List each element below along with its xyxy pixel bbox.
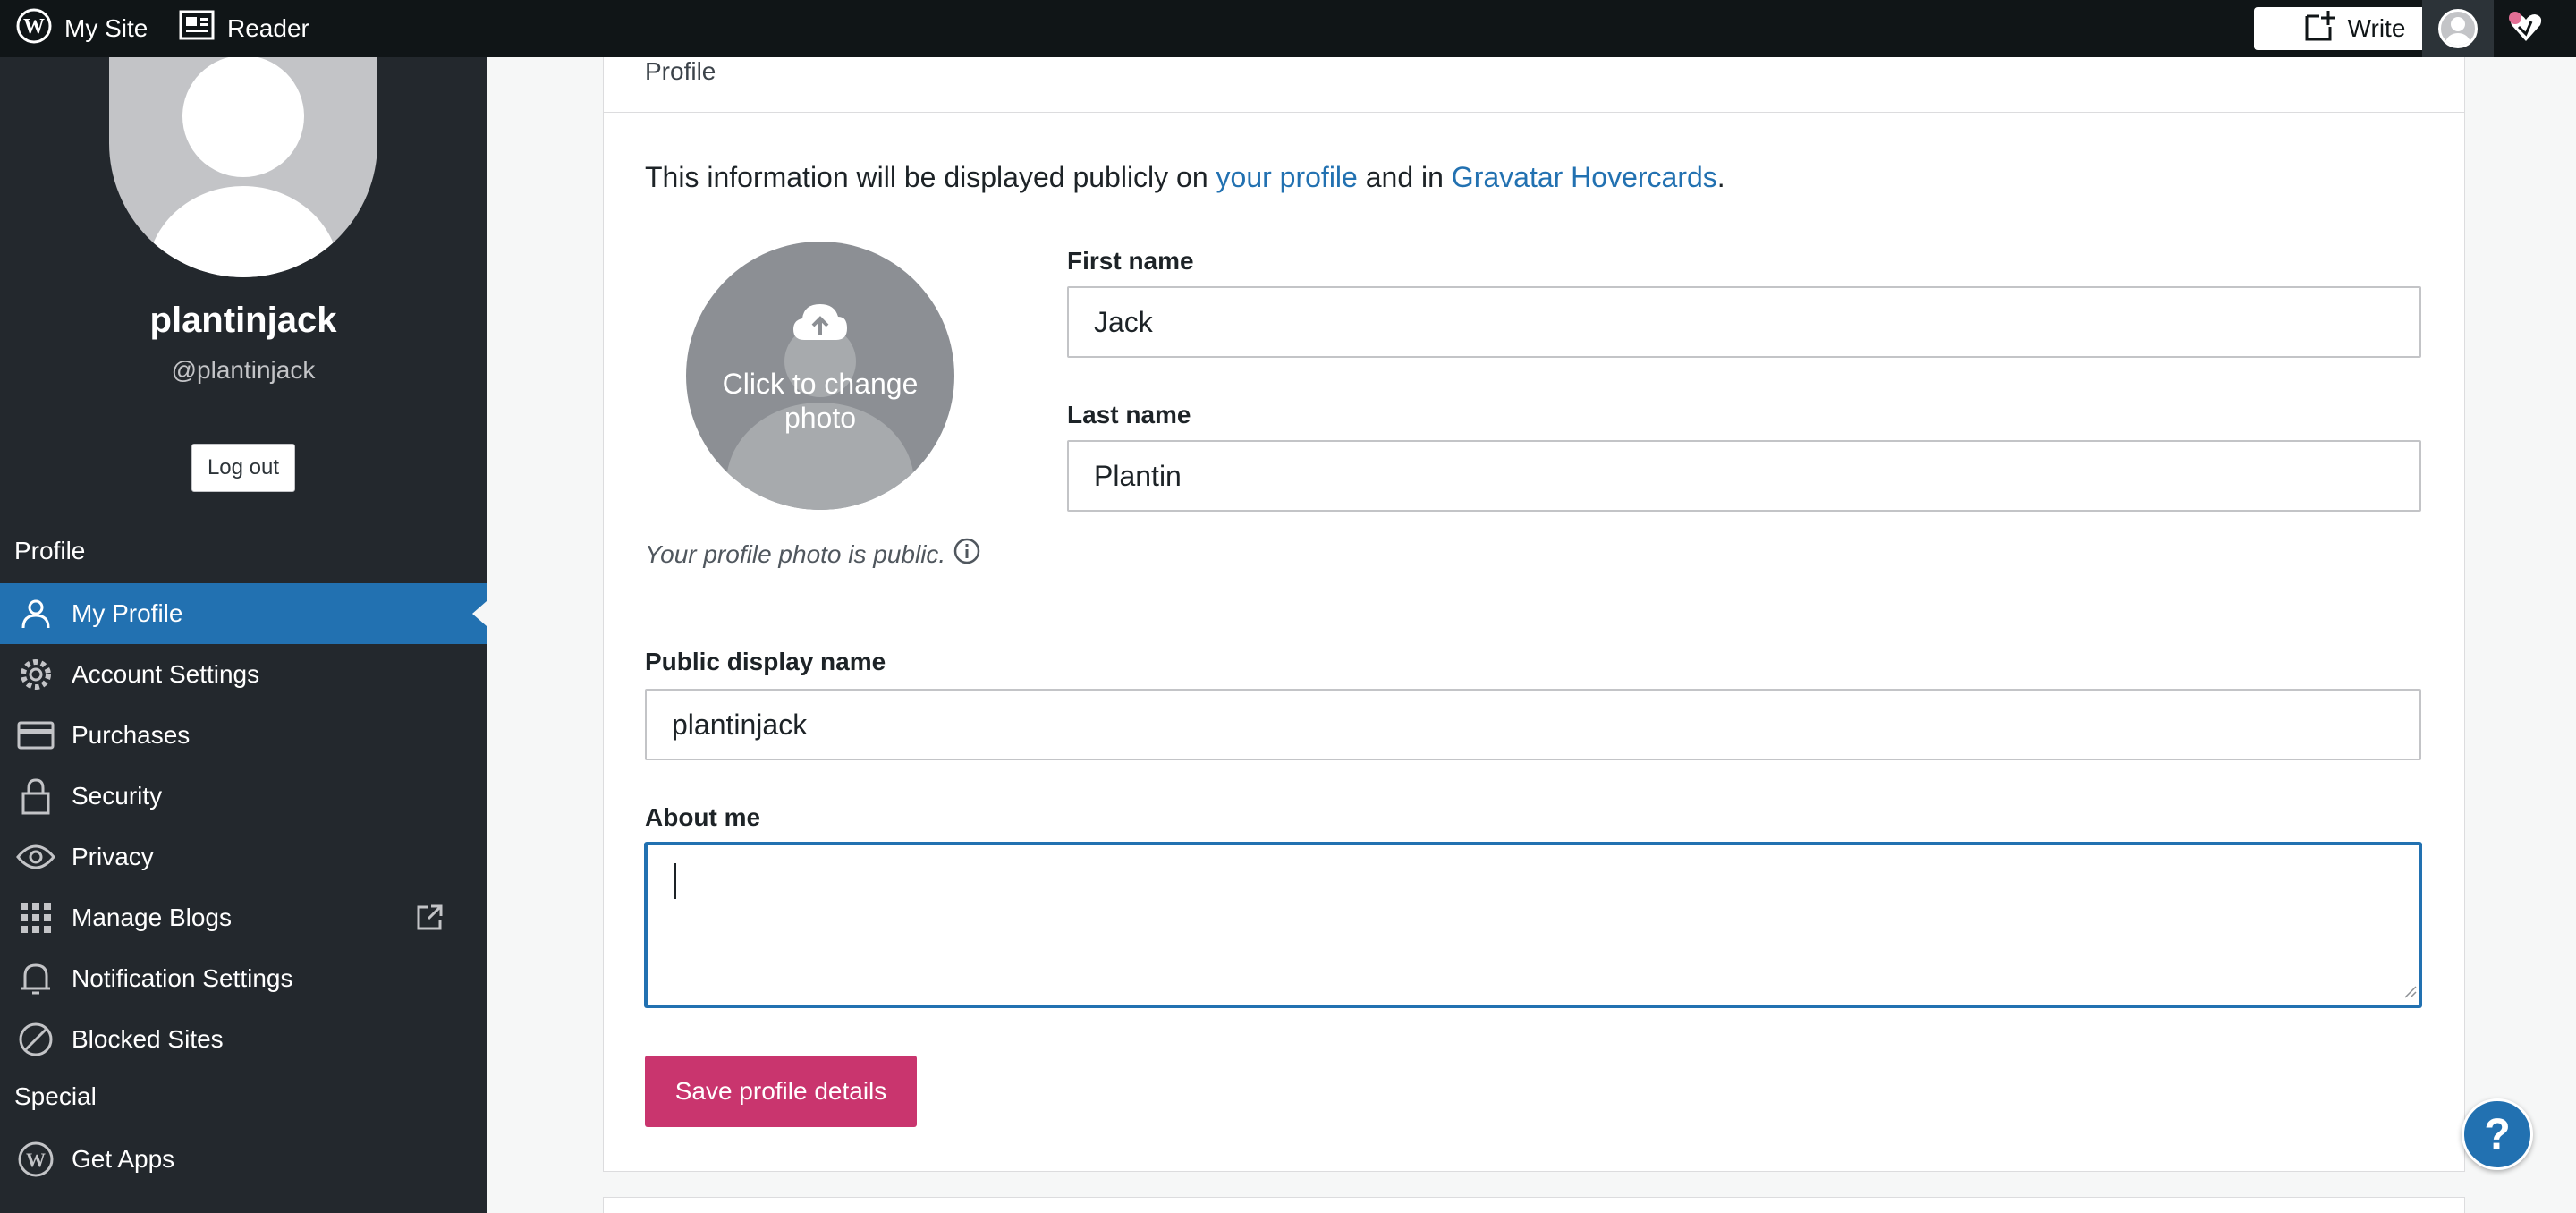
bell-icon (0, 960, 72, 997)
sidebar-item-account-settings[interactable]: Account Settings (0, 644, 487, 705)
public-display-name-label: Public display name (645, 648, 886, 675)
card-header: Profile (604, 57, 2464, 113)
avatar (2438, 9, 2478, 48)
info-suffix: . (1716, 161, 1725, 193)
wordpress-icon: W (16, 8, 64, 50)
sidebar-item-my-profile[interactable]: My Profile (0, 583, 487, 644)
next-card (603, 1197, 2465, 1213)
sidebar-heading-profile: Profile (14, 537, 86, 564)
sidebar-item-label: Blocked Sites (72, 1025, 224, 1053)
sidebar-item-notification-settings[interactable]: Notification Settings (0, 948, 487, 1009)
eye-icon (0, 844, 72, 870)
new-post-icon (2303, 9, 2348, 49)
profile-avatar (109, 57, 377, 277)
text-caret (674, 863, 676, 899)
info-prefix: This information will be displayed publi… (645, 161, 1216, 193)
first-name-label: First name (1067, 247, 1194, 275)
reader-link[interactable]: Reader (179, 0, 309, 57)
photo-public-note: Your profile photo is public. (645, 537, 981, 572)
sidebar-username: plantinjack (149, 301, 337, 340)
external-link-icon (415, 903, 444, 938)
cloud-upload-icon (792, 301, 849, 348)
last-name-field[interactable] (1067, 440, 2421, 512)
sidebar: plantinjack @plantinjack Log out Profile… (0, 57, 487, 1213)
info-middle: and in (1357, 161, 1452, 193)
sidebar-item-label: Purchases (72, 721, 191, 749)
wordpress-icon: W (0, 1141, 72, 1178)
reader-icon (179, 10, 227, 48)
sidebar-item-label: Manage Blogs (72, 903, 233, 931)
sidebar-item-manage-blogs[interactable]: Manage Blogs (0, 887, 487, 948)
save-profile-button[interactable]: Save profile details (645, 1056, 917, 1127)
sidebar-item-privacy[interactable]: Privacy (0, 827, 487, 887)
my-site-link[interactable]: W My Site (16, 0, 148, 57)
person-icon (0, 596, 72, 632)
sidebar-item-get-apps[interactable]: W Get Apps (0, 1129, 487, 1190)
bell-heart-icon (2504, 12, 2547, 54)
resize-handle-icon[interactable] (2402, 984, 2417, 1003)
gear-icon (0, 656, 72, 693)
first-name-field[interactable] (1067, 286, 2421, 358)
public-display-name-field[interactable] (645, 689, 2421, 760)
write-label: Write (2347, 14, 2406, 42)
sidebar-item-blocked-sites[interactable]: Blocked Sites (0, 1009, 487, 1070)
change-photo-button[interactable]: Click to change photo (686, 242, 954, 510)
notifications-button[interactable] (2504, 7, 2547, 50)
sidebar-item-label: My Profile (72, 599, 183, 627)
me-button[interactable] (2422, 0, 2494, 57)
photo-text: Click to change photo (722, 368, 919, 434)
sidebar-item-security[interactable]: Security (0, 766, 487, 827)
section-title: Profile (645, 57, 716, 85)
sidebar-item-purchases[interactable]: Purchases (0, 705, 487, 766)
sidebar-item-label: Notification Settings (72, 964, 293, 992)
info-text: This information will be displayed publi… (645, 161, 1725, 194)
sidebar-handle: @plantinjack (171, 356, 316, 384)
photo-public-text: Your profile photo is public. (645, 539, 946, 568)
info-icon[interactable] (945, 537, 981, 572)
svg-text:W: W (26, 1149, 46, 1171)
gravatar-hovercards-link[interactable]: Gravatar Hovercards (1452, 161, 1717, 193)
profile-card: Profile This information will be display… (603, 57, 2465, 1172)
last-name-label: Last name (1067, 401, 1191, 428)
sidebar-heading-special: Special (14, 1082, 97, 1110)
sidebar-item-label: Security (72, 782, 163, 810)
sidebar-item-label: Privacy (72, 843, 154, 870)
block-icon (0, 1021, 72, 1058)
sidebar-item-label: Get Apps (72, 1145, 175, 1173)
logout-button[interactable]: Log out (191, 444, 295, 492)
help-button[interactable]: ? (2462, 1098, 2533, 1170)
about-me-label: About me (645, 803, 761, 831)
reader-label: Reader (227, 14, 309, 42)
grid-icon (0, 902, 72, 934)
lock-icon (0, 777, 72, 815)
about-me-textarea[interactable] (645, 843, 2421, 1007)
sidebar-item-label: Account Settings (72, 660, 260, 688)
my-site-label: My Site (64, 14, 148, 42)
your-profile-link[interactable]: your profile (1216, 161, 1358, 193)
credit-card-icon (0, 721, 72, 750)
svg-text:W: W (23, 15, 45, 38)
masterbar: W My Site Reader Write (0, 0, 2576, 57)
